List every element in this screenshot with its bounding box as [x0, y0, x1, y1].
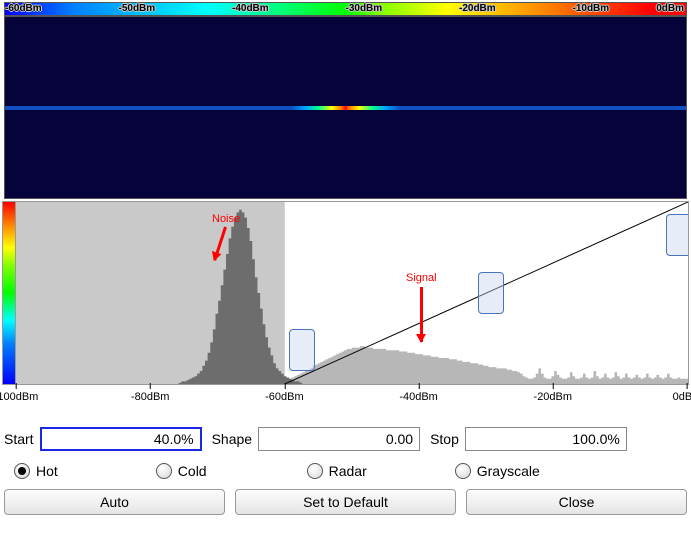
colorbar-tick: 0dBm: [656, 3, 684, 14]
curve-handle[interactable]: [478, 272, 504, 314]
histogram-axis: -100dBm -80dBm -60dBm -40dBm -20dBm 0dBm: [2, 391, 689, 415]
colorbar: -60dBm -50dBm -40dBm -30dBm -20dBm -10dBm 0dBm: [4, 2, 687, 16]
radio-radar[interactable]: Radar: [307, 463, 367, 479]
axis-tick: -100dBm: [0, 391, 38, 403]
axis-tick: 0dBm: [673, 391, 691, 403]
waterfall-trace: [5, 106, 686, 110]
radio-grayscale[interactable]: Grayscale: [455, 463, 540, 479]
noise-label: Noise: [212, 213, 240, 225]
axis-tick: -40dBm: [399, 391, 438, 403]
axis-tick: -60dBm: [265, 391, 304, 403]
radio-dot-icon: [156, 463, 172, 479]
radio-dot-icon: [455, 463, 471, 479]
shape-label: Shape: [212, 431, 252, 447]
stop-label: Stop: [430, 431, 459, 447]
radio-hot-label: Hot: [36, 463, 58, 479]
radio-cold-label: Cold: [178, 463, 207, 479]
vertical-gradient: [2, 201, 16, 385]
radio-dot-icon: [14, 463, 30, 479]
colorbar-tick: -20dBm: [459, 3, 496, 14]
curve-handle[interactable]: [289, 329, 315, 371]
start-label: Start: [4, 431, 34, 447]
start-input[interactable]: [40, 427, 202, 451]
radio-dot-icon: [307, 463, 323, 479]
histogram[interactable]: Noise Signal: [16, 201, 689, 385]
colorbar-tick: -30dBm: [346, 3, 383, 14]
axis-tick: -20dBm: [534, 391, 573, 403]
radio-radar-label: Radar: [329, 463, 367, 479]
colorbar-tick: -10dBm: [573, 3, 610, 14]
signal-label: Signal: [406, 272, 437, 284]
colorbar-tick: -50dBm: [119, 3, 156, 14]
signal-arrow: [420, 287, 423, 342]
radio-grayscale-label: Grayscale: [477, 463, 540, 479]
axis-tick: -80dBm: [131, 391, 170, 403]
close-button[interactable]: Close: [466, 489, 687, 515]
colorbar-tick: -40dBm: [232, 3, 269, 14]
radio-cold[interactable]: Cold: [156, 463, 207, 479]
shape-input[interactable]: [258, 427, 420, 451]
waterfall-display: [4, 16, 687, 199]
colorbar-tick: -60dBm: [5, 3, 42, 14]
set-default-button[interactable]: Set to Default: [235, 489, 456, 515]
curve-handle[interactable]: [666, 214, 689, 256]
radio-hot[interactable]: Hot: [14, 463, 58, 479]
stop-input[interactable]: [465, 427, 627, 451]
auto-button[interactable]: Auto: [4, 489, 225, 515]
